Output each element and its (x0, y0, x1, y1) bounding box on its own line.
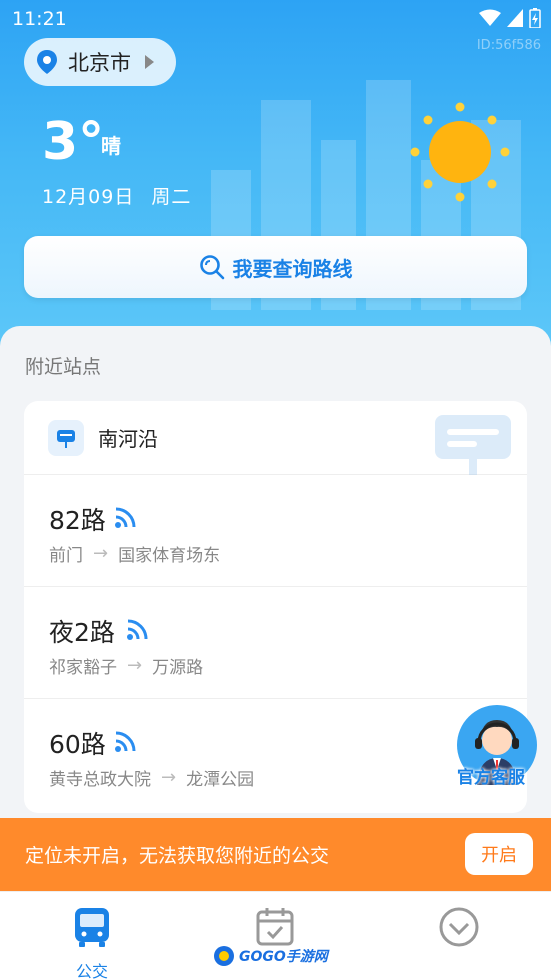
status-bar: 11:21 ID:56f586 (0, 0, 551, 53)
route-item[interactable]: 82路 前门 → 国家体育场东 (24, 475, 527, 587)
station-header[interactable]: 南河沿 (24, 401, 527, 475)
route-item[interactable]: 60路 黄寺总政大院 → 龙潭公园 (24, 699, 527, 811)
route-name: 夜2路 (49, 618, 115, 647)
route-origin: 祁家豁子 (49, 658, 117, 678)
status-icons (479, 8, 541, 28)
route-destination: 万源路 (152, 658, 204, 678)
route-direction: 黄寺总政大院 → 龙潭公园 (49, 765, 254, 790)
route-destination: 龙潭公园 (186, 770, 255, 790)
location-pin-icon (37, 50, 57, 74)
watermark-text: ID:56f586 (476, 38, 541, 53)
location-disabled-banner: 定位未开启，无法获取您附近的公交 开启 (0, 818, 551, 891)
weather-condition: 晴 (101, 134, 121, 158)
city-name: 北京市 (68, 51, 131, 75)
site-logo: GOGO手游网 (212, 944, 328, 968)
search-icon (199, 255, 224, 280)
date-line: 12月09日 周二 (42, 182, 201, 209)
smile-circle-icon (439, 907, 479, 947)
logo-text: GOGO手游网 (239, 949, 328, 965)
tab-bus-label: 公交 (75, 962, 108, 979)
tab-bus[interactable]: 公交 (42, 902, 142, 979)
route-direction: 前门 → 国家体育场东 (49, 541, 220, 566)
route-name: 60路 (49, 730, 106, 759)
station-card: 南河沿 82路 前门 → 国家体育场东 夜2路 祁家豁子 → 万源路 60路 黄… (24, 401, 527, 813)
gogo-logo-icon (214, 946, 234, 966)
calendar-check-icon (256, 908, 294, 946)
arrow-right-icon: → (93, 543, 109, 564)
cell-signal-icon (507, 9, 523, 27)
route-name: 82路 (49, 506, 106, 535)
route-search-button[interactable]: 我要查询路线 (24, 236, 527, 298)
realtime-signal-icon (115, 731, 136, 752)
route-direction: 祁家豁子 → 万源路 (49, 653, 203, 678)
sun-icon (410, 102, 510, 202)
city-selector[interactable]: 北京市 (24, 38, 176, 86)
route-origin: 黄寺总政大院 (49, 770, 151, 790)
date: 12月09日 (42, 186, 135, 208)
bus-stop-decoration-icon (435, 415, 511, 475)
arrow-right-icon: → (127, 655, 143, 676)
weekday: 周二 (151, 186, 192, 208)
arrow-right-icon: → (161, 767, 177, 788)
station-name: 南河沿 (98, 427, 158, 451)
route-search-label: 我要查询路线 (232, 256, 353, 281)
tab-profile[interactable] (409, 902, 509, 978)
bus-stop-icon (48, 419, 84, 456)
route-destination: 国家体育场东 (118, 546, 221, 566)
banner-text: 定位未开启，无法获取您附近的公交 (25, 845, 330, 867)
temperature: 3° (42, 112, 105, 172)
enable-location-button[interactable]: 开启 (465, 833, 533, 875)
customer-service-label[interactable]: 官方客服 (457, 763, 525, 788)
realtime-signal-icon (115, 507, 136, 528)
nearby-section-title: 附近站点 (25, 356, 102, 378)
bus-icon (75, 908, 109, 947)
wifi-icon (479, 9, 501, 26)
status-time: 11:21 (12, 8, 67, 30)
chevron-right-icon (145, 55, 154, 69)
route-origin: 前门 (49, 546, 83, 566)
route-item[interactable]: 夜2路 祁家豁子 → 万源路 (24, 587, 527, 699)
battery-icon (529, 8, 541, 28)
realtime-signal-icon (127, 619, 148, 640)
